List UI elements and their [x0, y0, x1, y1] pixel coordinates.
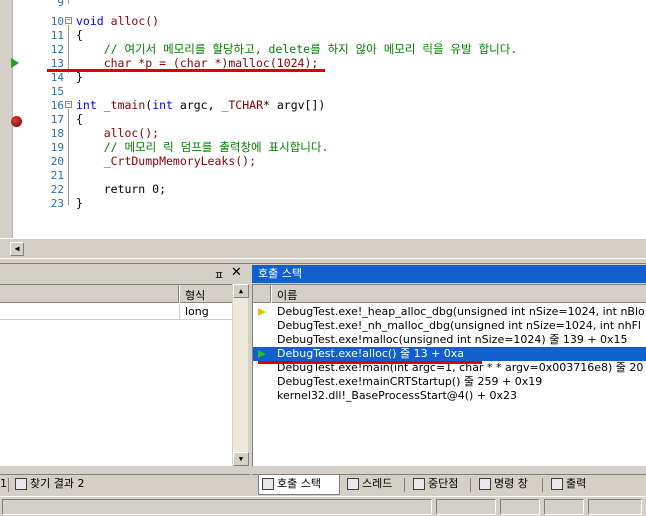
- locals-header: 형식: [0, 285, 232, 303]
- list-item[interactable]: DebugTest.exe!mainCRTStartup() 줄 259 + 0…: [253, 375, 646, 389]
- line-number: 16: [50, 99, 64, 112]
- locals-grid[interactable]: 형식 long: [0, 284, 232, 466]
- scroll-up-icon[interactable]: ▲: [233, 284, 249, 298]
- code-line-14: }: [76, 70, 83, 84]
- scroll-down-icon[interactable]: ▼: [233, 452, 249, 466]
- close-icon[interactable]: ✕: [231, 265, 242, 280]
- current-frame-arrow-icon: [258, 308, 266, 316]
- code-line-10: void alloc(): [76, 14, 160, 28]
- fold-toggle-icon[interactable]: −: [65, 17, 72, 24]
- list-item[interactable]: DebugTest.exe!_heap_alloc_dbg(unsigned i…: [253, 305, 646, 319]
- list-item-selected[interactable]: DebugTest.exe!alloc() 줄 13 + 0xa: [253, 347, 646, 361]
- code-line-17: {: [76, 112, 83, 126]
- list-item[interactable]: kernel32.dll!_BaseProcessStart@4() + 0x2…: [253, 389, 646, 403]
- breakpoint-icon[interactable]: [11, 116, 22, 127]
- threads-icon: [347, 478, 359, 490]
- code-line-20: _CrtDumpMemoryLeaks();: [76, 154, 257, 168]
- find-results-icon: [15, 478, 27, 490]
- table-row[interactable]: long: [0, 304, 232, 320]
- call-stack-title: 호출 스택: [252, 265, 646, 283]
- pin-icon[interactable]: ㅍ: [214, 267, 224, 283]
- line-number: 14: [50, 71, 64, 84]
- tab-threads[interactable]: 스레드: [344, 475, 392, 495]
- tab-output-1[interactable]: 1: [0, 475, 7, 495]
- line-number: 22: [50, 183, 64, 196]
- line-number: 10: [50, 15, 64, 28]
- locals-pane: ㅍ ✕ 형식 long ▲ ▼: [0, 264, 250, 496]
- code-text-area[interactable]: 9 10 11 12 13 14 15 16 17 18 19 20 21 22…: [36, 0, 646, 238]
- column-header-type[interactable]: 형식: [185, 287, 205, 303]
- column-header-name[interactable]: 이름: [277, 287, 297, 303]
- editor-horizontal-scrollbar[interactable]: ◀: [0, 238, 646, 258]
- right-tab-bar: 호출 스택 스레드 중단점 명령 창 출력: [252, 474, 646, 496]
- status-bar: [0, 496, 646, 516]
- scroll-left-icon[interactable]: ◀: [10, 242, 24, 256]
- tab-output[interactable]: 출력: [548, 475, 586, 495]
- line-number: 20: [50, 155, 64, 168]
- line-number: 18: [50, 127, 64, 140]
- line-number: 19: [50, 141, 64, 154]
- selected-frame-arrow-icon: [258, 350, 266, 358]
- tab-find-results-2[interactable]: 찾기 결과 2: [12, 475, 84, 495]
- line-number: 12: [50, 43, 64, 56]
- breakpoints-icon: [413, 478, 425, 490]
- call-stack-header: 이름: [253, 285, 646, 303]
- code-line-12: // 여기서 메모리를 할당하고, delete를 하지 않아 메모리 릭을 유…: [76, 42, 518, 56]
- code-line-11: {: [76, 28, 83, 42]
- line-number: 9: [57, 0, 64, 9]
- tab-call-stack[interactable]: 호출 스택: [258, 475, 340, 495]
- call-stack-pane: 호출 스택 이름 DebugTest.exe!_heap_alloc_dbg(u…: [252, 264, 646, 496]
- fold-toggle-icon[interactable]: −: [65, 101, 72, 108]
- output-icon: [551, 478, 563, 490]
- locals-title-bar: ㅍ ✕: [0, 264, 250, 284]
- command-window-icon: [479, 478, 491, 490]
- code-line-18: alloc();: [76, 126, 160, 140]
- call-stack-icon: [262, 478, 274, 490]
- left-tab-bar: 1 찾기 결과 2: [0, 474, 250, 496]
- code-editor[interactable]: 9 10 11 12 13 14 15 16 17 18 19 20 21 22…: [0, 0, 646, 258]
- locals-vertical-scrollbar[interactable]: ▲ ▼: [232, 284, 249, 466]
- tab-breakpoints[interactable]: 중단점: [410, 475, 458, 495]
- code-line-19: // 메모리 릭 덤프를 출력창에 표시합니다.: [76, 140, 329, 154]
- annotation-underline: [258, 361, 482, 364]
- list-item[interactable]: DebugTest.exe!malloc(unsigned int nSize=…: [253, 333, 646, 347]
- tab-command-window[interactable]: 명령 창: [476, 475, 528, 495]
- type-cell: long: [185, 305, 209, 318]
- line-number: 21: [50, 169, 64, 182]
- line-number: 11: [50, 29, 64, 42]
- code-line-23: }: [76, 196, 83, 210]
- call-stack-list[interactable]: 이름 DebugTest.exe!_heap_alloc_dbg(unsigne…: [252, 284, 646, 466]
- code-line-16: int _tmain(int argc, _TCHAR* argv[]): [76, 98, 326, 112]
- list-item[interactable]: DebugTest.exe!_nh_malloc_dbg(unsigned in…: [253, 319, 646, 333]
- next-statement-arrow-icon: [11, 58, 19, 68]
- code-line-22: return 0;: [76, 182, 167, 196]
- annotation-underline: [47, 69, 325, 72]
- line-number: 23: [50, 197, 64, 210]
- line-number: 17: [50, 113, 64, 126]
- line-number: 15: [50, 85, 64, 98]
